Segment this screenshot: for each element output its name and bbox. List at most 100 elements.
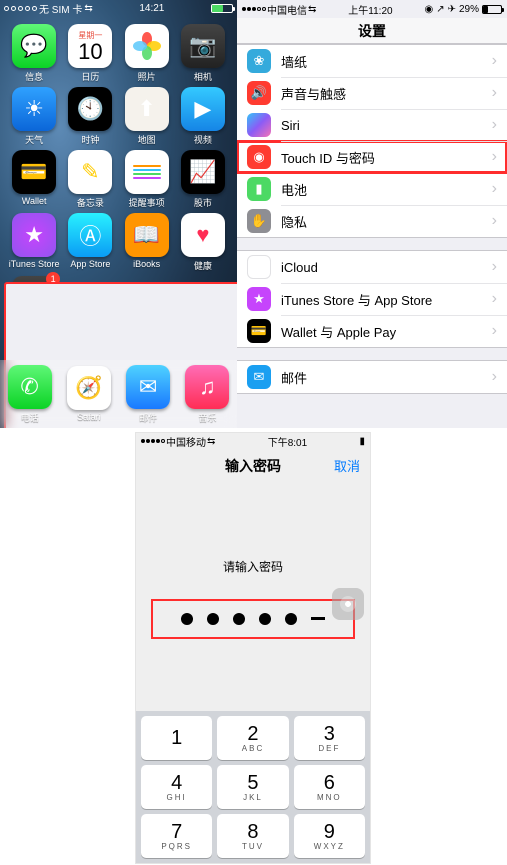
keypad-7[interactable]: 7PQRS	[141, 814, 212, 858]
settings-row-bat[interactable]: ▮电池›	[237, 173, 507, 205]
app-cam[interactable]: 📷相机	[175, 24, 231, 83]
eml-icon: ✉	[247, 365, 271, 389]
row-label: Wallet 与 Apple Pay	[281, 322, 492, 341]
key-letters: WXYZ	[314, 842, 345, 851]
keypad-3[interactable]: 3DEF	[294, 716, 365, 760]
settings-group-accounts: ☁iCloud›★iTunes Store 与 App Store› 💳 Walle…	[237, 250, 507, 348]
bat-icon: ▮	[247, 177, 271, 201]
key-number: 3	[324, 724, 335, 744]
app-label: 音乐	[198, 411, 216, 424]
keypad-4[interactable]: 4GHI	[141, 765, 212, 809]
key-letters: ABC	[242, 744, 264, 753]
app-label: 视频	[194, 133, 212, 146]
app-cal[interactable]: 星期一10日历	[62, 24, 118, 83]
app-vid[interactable]: ▶视频	[175, 87, 231, 146]
app-stk[interactable]: 📈股市	[175, 150, 231, 209]
key-letters: DEF	[318, 744, 340, 753]
keypad-5[interactable]: 5JKL	[217, 765, 288, 809]
pin-dot-filled	[285, 613, 297, 625]
chevron-right-icon: ›	[492, 290, 497, 308]
keypad-2[interactable]: 2ABC	[217, 716, 288, 760]
keypad-6[interactable]: 6MNO	[294, 765, 365, 809]
keypad-9[interactable]: 9WXYZ	[294, 814, 365, 858]
siri-icon	[247, 113, 271, 137]
settings-row-prv[interactable]: ✋隐私›	[237, 205, 507, 237]
app-label: 照片	[138, 70, 156, 83]
app-label: 健康	[194, 259, 212, 272]
app-label: Wallet	[22, 196, 47, 206]
key-letters: GHI	[167, 793, 187, 802]
key-number: 5	[247, 773, 258, 793]
settings-row-its[interactable]: ★iTunes Store 与 App Store›	[237, 283, 507, 315]
signal-indicator: 无 SIM 卡 ⇆	[4, 1, 93, 16]
chevron-right-icon: ›	[492, 368, 497, 386]
settings-screen: 中国电信 ⇆ 上午11:20 ◉↗✈29% 设置 ❀墙纸›🔊声音与触感›Siri…	[237, 0, 507, 428]
wap-icon: 💳	[247, 319, 271, 343]
app-label: iBooks	[133, 259, 160, 269]
app-hlt[interactable]: ♥健康	[175, 213, 231, 272]
status-bar: 中国移动 ⇆ 下午8:01 ▮	[136, 433, 370, 449]
battery-icon	[482, 5, 502, 14]
tid-icon: ◉	[247, 145, 271, 169]
row-label: 墙纸	[281, 52, 492, 71]
app-label: 时钟	[81, 133, 99, 146]
chevron-right-icon: ›	[492, 212, 497, 230]
row-label: 隐私	[281, 212, 492, 231]
dock-app-saf[interactable]: 🧭Safari	[67, 366, 111, 422]
settings-row-tid[interactable]: ◉Touch ID 与密码›	[237, 141, 507, 173]
row-label: 电池	[281, 180, 492, 199]
app-label: 日历	[81, 70, 99, 83]
snd-icon: 🔊	[247, 81, 271, 105]
app-aps[interactable]: ⒶApp Store	[62, 213, 118, 272]
pin-dot-filled	[207, 613, 219, 625]
nav-bar: 输入密码 取消	[136, 449, 370, 482]
dock-app-phn[interactable]: ✆电话	[8, 365, 52, 424]
settings-row-siri[interactable]: Siri›	[237, 109, 507, 141]
app-label: 天气	[25, 133, 43, 146]
app-map[interactable]: ⬆地图	[119, 87, 175, 146]
keypad-8[interactable]: 8TUV	[217, 814, 288, 858]
settings-row-snd[interactable]: 🔊声音与触感›	[237, 77, 507, 109]
key-number: 7	[171, 822, 182, 842]
row-label: iTunes Store 与 App Store	[281, 290, 492, 309]
dock: ✆电话 🧭Safari ✉邮件 ♫音乐	[0, 360, 237, 428]
key-number: 2	[247, 724, 258, 744]
app-itn[interactable]: ★iTunes Store	[6, 213, 62, 272]
app-label: iTunes Store	[9, 259, 60, 269]
assistive-touch-button[interactable]	[332, 588, 364, 620]
key-number: 8	[247, 822, 258, 842]
status-time: 下午8:01	[268, 434, 307, 449]
home-screen: 无 SIM 卡 ⇆ 14:21 💬信息星期一10日历照片 📷相机 ☀天气🕙时钟⬆地图…	[0, 0, 237, 428]
app-wal[interactable]: 💳Wallet	[6, 150, 62, 209]
icl-icon: ☁	[247, 255, 271, 279]
app-clk[interactable]: 🕙时钟	[62, 87, 118, 146]
app-label: 提醒事项	[129, 196, 165, 209]
app-label: 邮件	[139, 411, 157, 424]
app-not[interactable]: ✎备忘录	[62, 150, 118, 209]
keypad-1[interactable]: 1	[141, 716, 212, 760]
dock-app-mai[interactable]: ✉邮件	[126, 365, 170, 424]
settings-row-eml[interactable]: ✉邮件›	[237, 361, 507, 393]
app-msg[interactable]: 💬信息	[6, 24, 62, 83]
passcode-content: 请输入密码	[136, 482, 370, 714]
settings-row-wall[interactable]: ❀墙纸›	[237, 45, 507, 77]
app-wea[interactable]: ☀天气	[6, 87, 62, 146]
app-pho[interactable]: 照片	[119, 24, 175, 83]
settings-row-wap[interactable]: 💳Wallet 与 Apple Pay›	[237, 315, 507, 347]
app-label: App Store	[70, 259, 110, 269]
key-number: 1	[171, 728, 182, 748]
cancel-button[interactable]: 取消	[334, 456, 360, 475]
app-ibk[interactable]: 📖iBooks	[119, 213, 175, 272]
dock-app-mus[interactable]: ♫音乐	[185, 365, 229, 424]
settings-group-apps: ✉邮件›	[237, 360, 507, 394]
app-label: 相机	[194, 70, 212, 83]
status-time: 14:21	[139, 3, 164, 14]
wall-icon: ❀	[247, 49, 271, 73]
key-letters: PQRS	[161, 842, 192, 851]
status-bar: 中国电信 ⇆ 上午11:20 ◉↗✈29%	[237, 0, 507, 18]
signal-indicator: 中国电信 ⇆	[242, 2, 316, 17]
key-number: 6	[324, 773, 335, 793]
settings-row-icl[interactable]: ☁iCloud›	[237, 251, 507, 283]
numeric-keypad: 12ABC3DEF4GHI5JKL6MNO7PQRS8TUV9WXYZ	[136, 711, 370, 863]
app-rem[interactable]: 提醒事项	[119, 150, 175, 209]
